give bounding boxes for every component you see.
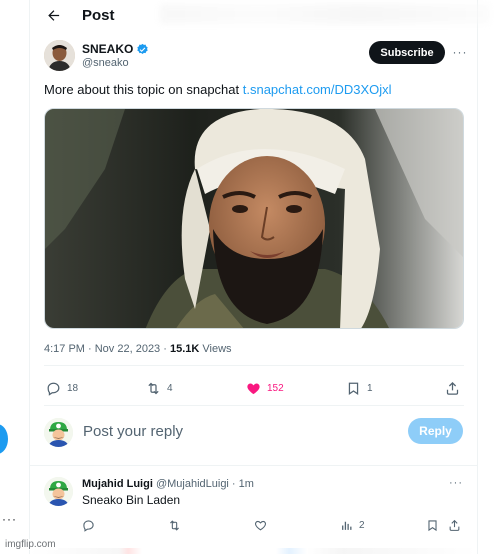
reply-action[interactable]: 18 <box>46 376 78 400</box>
comment-share-action[interactable] <box>448 516 461 534</box>
like-count: 152 <box>267 382 284 394</box>
comment-actions: 2 <box>82 516 464 534</box>
post-page: Post SNEAKO @sneako Subscribe ··· More a… <box>0 0 500 554</box>
heart-icon <box>255 520 266 530</box>
share-action[interactable] <box>445 376 460 400</box>
like-action[interactable]: 152 <box>246 376 284 400</box>
share-icon <box>449 519 460 531</box>
comment-like-action[interactable] <box>254 516 267 534</box>
user-avatar[interactable] <box>44 418 73 447</box>
post-link[interactable]: t.snapchat.com/DD3XOjxl <box>243 82 392 97</box>
repost-action[interactable]: 4 <box>146 376 173 400</box>
portrait-photo <box>45 109 463 328</box>
reply-composer: Post your reply Reply <box>44 418 464 448</box>
post-body: More about this topic on snapchat <box>44 82 243 97</box>
more-options-button[interactable]: ··· <box>451 44 469 60</box>
comment-reply-action[interactable] <box>82 516 95 534</box>
views-count: 15.1K <box>169 343 200 355</box>
post-author: SNEAKO @sneako Subscribe ··· <box>44 40 467 74</box>
sidebar-more-button[interactable]: ··· <box>2 512 17 526</box>
commenter-avatar[interactable] <box>44 477 73 506</box>
column-border-right <box>477 0 478 554</box>
author-handle[interactable]: @sneako <box>82 57 129 69</box>
arrow-left-icon <box>47 9 59 21</box>
reply-input[interactable]: Post your reply <box>83 423 383 440</box>
bookmark-count: 1 <box>367 382 373 394</box>
comment-text: Sneako Bin Laden <box>82 493 181 507</box>
bookmark-icon <box>428 519 437 531</box>
commenter-handle-time[interactable]: @MujahidLuigi · 1m <box>153 478 254 490</box>
watermark: imgflip.com <box>3 539 58 550</box>
compose-post-button[interactable] <box>0 424 8 454</box>
commenter-name[interactable]: Mujahid Luigi <box>82 478 153 490</box>
reply-icon <box>47 382 60 396</box>
repost-count: 4 <box>167 382 173 394</box>
author-avatar[interactable] <box>44 40 75 71</box>
comment-bookmark-action[interactable] <box>426 516 439 534</box>
divider <box>44 365 464 366</box>
post-text: More about this topic on snapchat t.snap… <box>44 82 392 97</box>
share-icon <box>446 381 459 395</box>
comment-repost-action[interactable] <box>168 516 181 534</box>
verified-badge-icon <box>137 43 148 54</box>
comment-views-count: 2 <box>359 519 365 531</box>
bookmark-icon <box>348 382 359 395</box>
repost-icon <box>170 519 179 531</box>
views-label: Views <box>199 343 232 355</box>
post-actions: 18 4 152 1 <box>44 376 464 400</box>
column-border-left <box>29 0 30 554</box>
bookmark-action[interactable]: 1 <box>346 376 373 400</box>
reply-icon <box>83 519 94 532</box>
heart-filled-icon <box>247 383 260 394</box>
divider <box>30 465 477 466</box>
reply-count: 18 <box>67 382 79 394</box>
top-header: Post <box>30 0 490 30</box>
next-post-preview <box>30 548 477 554</box>
comment-views-action[interactable]: 2 <box>340 516 365 534</box>
reply-item[interactable]: Mujahid Luigi @MujahidLuigi · 1m Sneako … <box>44 475 464 535</box>
author-name[interactable]: SNEAKO <box>82 42 149 56</box>
analytics-icon <box>342 521 352 530</box>
commenter-info: Mujahid Luigi @MujahidLuigi · 1m <box>82 478 254 490</box>
comment-more-button[interactable]: ··· <box>449 477 463 489</box>
page-title: Post <box>82 6 115 24</box>
post-timestamp[interactable]: 4:17 PM · Nov 22, 2023 · <box>44 343 170 355</box>
back-button[interactable] <box>38 0 68 30</box>
post-image[interactable] <box>44 108 464 329</box>
blurred-header-area <box>160 4 490 24</box>
subscribe-button[interactable]: Subscribe <box>369 41 445 64</box>
repost-icon <box>148 382 159 394</box>
divider <box>44 405 464 406</box>
reply-button[interactable]: Reply <box>408 418 463 444</box>
post-meta: 4:17 PM · Nov 22, 2023 · 15.1K Views <box>44 343 232 355</box>
